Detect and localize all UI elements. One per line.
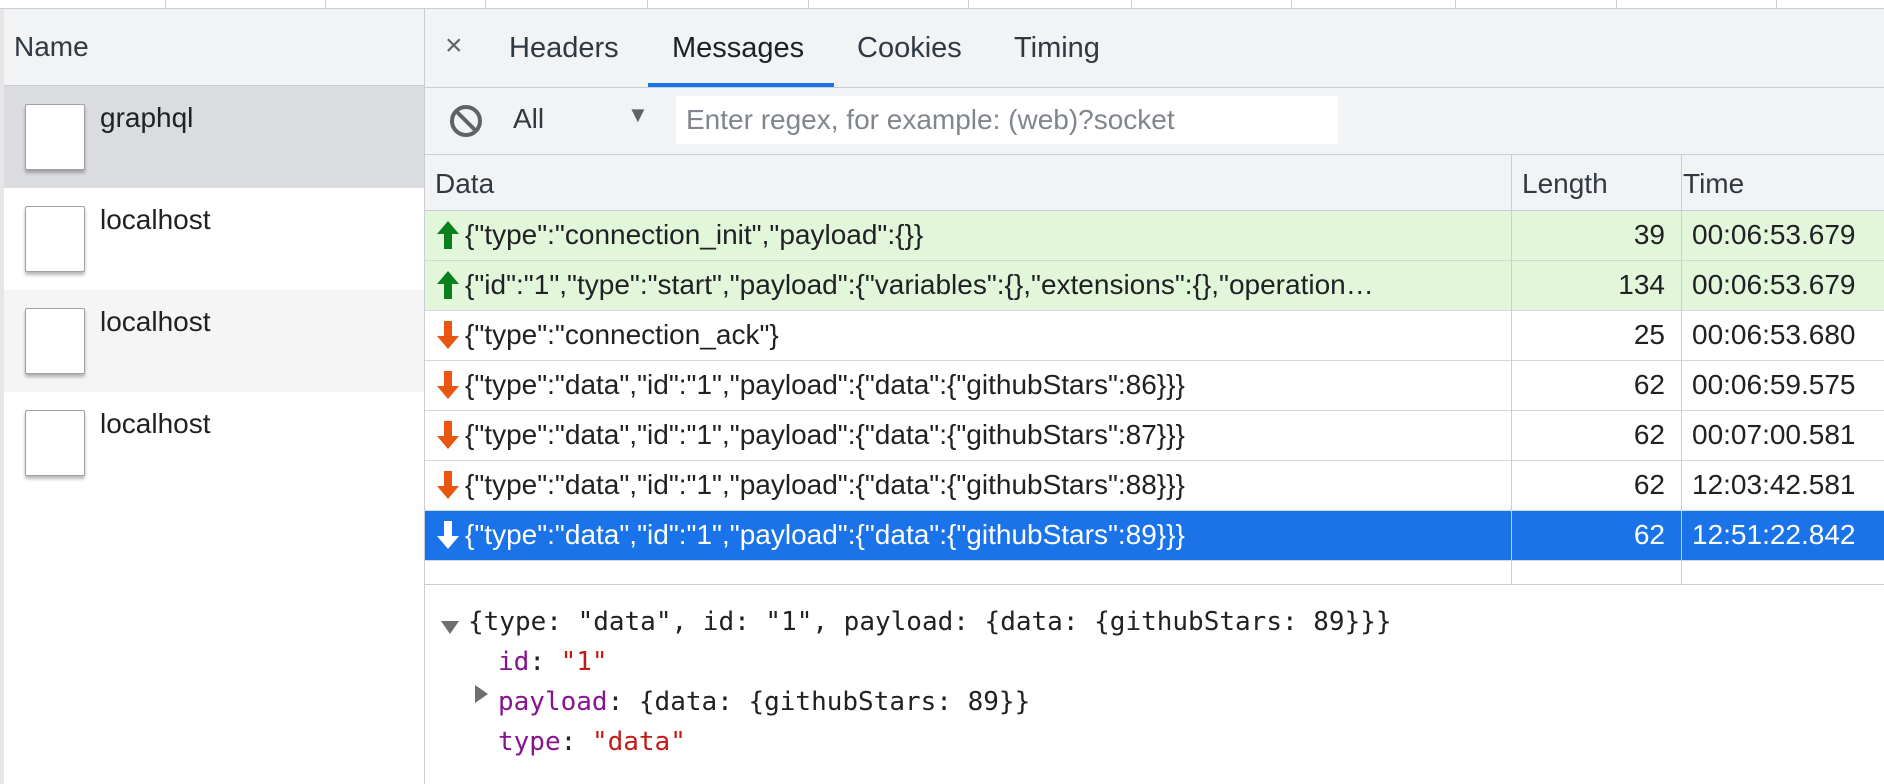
request-list-panel: Name graphql localhost localhost localho… [0, 9, 425, 784]
property-id: id: "1" [498, 647, 608, 677]
message-filter-bar: All ▼ [425, 88, 1884, 155]
received-arrow-icon [437, 321, 459, 349]
request-name: localhost [100, 204, 211, 235]
document-icon [25, 206, 85, 272]
message-time: 00:06:53.679 [1692, 219, 1856, 250]
message-row[interactable]: {"type":"connection_init","payload":{}} … [425, 211, 1884, 261]
message-time: 12:03:42.581 [1692, 469, 1856, 500]
sent-arrow-icon [437, 271, 459, 299]
tab-headers[interactable]: Headers [509, 32, 619, 65]
request-item-graphql[interactable]: graphql [4, 86, 424, 188]
divider [1291, 0, 1292, 8]
request-details-panel: × Headers Messages Cookies Timing All ▼ … [425, 9, 1884, 784]
message-length: 39 [1633, 219, 1665, 250]
active-tab-indicator [648, 83, 834, 87]
message-row[interactable]: {"type":"data","id":"1","payload":{"data… [425, 411, 1884, 461]
column-divider[interactable] [1681, 155, 1682, 584]
time-column-header[interactable]: Time [1683, 168, 1744, 200]
tab-messages[interactable]: Messages [672, 32, 804, 65]
message-row[interactable]: {"type":"data","id":"1","payload":{"data… [425, 361, 1884, 411]
divider [1616, 0, 1617, 8]
property-value: "data" [591, 727, 686, 757]
message-data: {"type":"data","id":"1","payload":{"data… [465, 419, 1185, 450]
property-key: id [498, 647, 530, 677]
message-data: {"type":"connection_ack"} [465, 319, 779, 350]
clear-messages-icon[interactable] [448, 103, 484, 139]
length-column-header[interactable]: Length [1522, 168, 1608, 200]
divider [1131, 0, 1132, 8]
close-icon[interactable]: × [445, 31, 463, 61]
message-length: 25 [1633, 319, 1665, 350]
document-icon [25, 410, 85, 476]
message-row[interactable]: {"id":"1","type":"start","payload":{"var… [425, 261, 1884, 311]
column-divider[interactable] [1511, 155, 1512, 584]
message-length: 62 [1633, 469, 1665, 500]
divider [325, 0, 326, 8]
name-column-label: Name [14, 31, 89, 62]
request-item-localhost[interactable]: localhost [4, 392, 424, 494]
message-data: {"type":"data","id":"1","payload":{"data… [465, 469, 1185, 500]
regex-filter-input[interactable] [676, 96, 1338, 144]
divider [1776, 0, 1777, 8]
document-icon [25, 308, 85, 374]
request-name: localhost [100, 306, 211, 337]
message-time: 00:07:00.581 [1692, 419, 1856, 450]
property-value: {data: {githubStars: 89}} [638, 687, 1031, 717]
request-item-localhost[interactable]: localhost [4, 188, 424, 290]
message-time: 12:51:22.842 [1692, 519, 1856, 550]
message-row-selected[interactable]: {"type":"data","id":"1","payload":{"data… [425, 511, 1884, 561]
dropdown-caret-icon[interactable]: ▼ [627, 102, 649, 128]
divider [165, 0, 166, 8]
received-arrow-icon [437, 471, 459, 499]
request-item-localhost[interactable]: localhost [4, 290, 424, 392]
tab-bar: × Headers Messages Cookies Timing [425, 9, 1884, 88]
received-arrow-icon [437, 521, 459, 549]
message-time: 00:06:53.679 [1692, 269, 1856, 300]
tab-cookies[interactable]: Cookies [857, 32, 962, 65]
message-length: 62 [1633, 519, 1665, 550]
message-length: 134 [1618, 269, 1665, 300]
expand-triangle-icon[interactable] [475, 685, 488, 703]
grid-bottom-border [425, 584, 1884, 585]
received-arrow-icon [437, 421, 459, 449]
object-summary[interactable]: {type: "data", id: "1", payload: {data: … [468, 607, 1392, 637]
received-arrow-icon [437, 371, 459, 399]
message-time: 00:06:53.680 [1692, 319, 1856, 350]
property-key: payload [498, 687, 608, 717]
request-name: localhost [100, 408, 211, 439]
message-data: {"type":"data","id":"1","payload":{"data… [465, 519, 1185, 550]
divider [1455, 0, 1456, 8]
divider [808, 0, 809, 8]
divider [968, 0, 969, 8]
message-length: 62 [1633, 369, 1665, 400]
message-data: {"type":"data","id":"1","payload":{"data… [465, 369, 1185, 400]
messages-grid-header: Data Length Time [425, 155, 1884, 211]
tab-timing[interactable]: Timing [1014, 32, 1100, 65]
property-type: type: "data" [498, 727, 686, 757]
sent-arrow-icon [437, 221, 459, 249]
message-data: {"type":"connection_init","payload":{}} [465, 219, 924, 250]
message-time: 00:06:59.575 [1692, 369, 1856, 400]
divider [485, 0, 486, 8]
message-length: 62 [1633, 419, 1665, 450]
message-data: {"id":"1","type":"start","payload":{"var… [465, 269, 1374, 300]
property-key: type [498, 727, 561, 757]
property-value: "1" [560, 647, 608, 677]
divider [647, 0, 648, 8]
property-payload[interactable]: payload: {data: {githubStars: 89}} [498, 687, 1030, 717]
top-strip [0, 0, 1884, 9]
document-icon [25, 104, 85, 170]
name-column-header[interactable]: Name [4, 9, 424, 86]
data-column-header[interactable]: Data [435, 168, 494, 200]
message-type-filter[interactable]: All [513, 103, 544, 135]
collapse-triangle-icon[interactable] [441, 621, 459, 634]
message-row[interactable]: {"type":"data","id":"1","payload":{"data… [425, 461, 1884, 511]
request-name: graphql [100, 102, 194, 133]
message-row[interactable]: {"type":"connection_ack"} 25 00:06:53.68… [425, 311, 1884, 361]
